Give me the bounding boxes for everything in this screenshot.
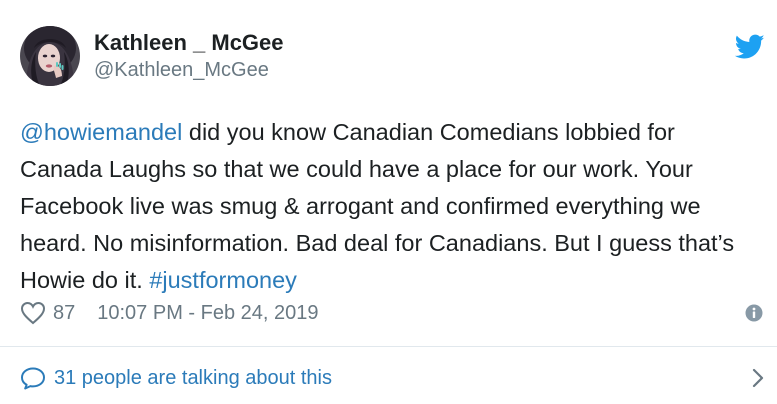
conversation-link[interactable]: 31 people are talking about this	[20, 364, 765, 392]
mention-link[interactable]: @howiemandel	[20, 119, 182, 145]
hashtag-link[interactable]: #justformoney	[149, 267, 297, 293]
info-icon[interactable]	[745, 304, 763, 322]
twitter-bird-icon[interactable]	[735, 34, 765, 60]
chevron-right-icon[interactable]	[751, 366, 765, 390]
talking-about-label[interactable]: 31 people are talking about this	[54, 367, 332, 390]
tweet-text: @howiemandel did you know Canadian Comed…	[20, 114, 740, 299]
like-count[interactable]: 87	[53, 302, 75, 325]
embedded-tweet: Kathleen _ McGee @Kathleen_McGee @howiem…	[0, 0, 777, 404]
avatar[interactable]	[20, 26, 80, 86]
avatar-image	[20, 26, 80, 86]
author-display-name[interactable]: Kathleen _ McGee	[94, 29, 284, 57]
tweet-meta: 87 10:07 PM - Feb 24, 2019	[20, 299, 319, 327]
divider	[0, 346, 777, 347]
tweet-header: Kathleen _ McGee @Kathleen_McGee	[20, 26, 284, 86]
author-handle[interactable]: @Kathleen_McGee	[94, 57, 284, 83]
tweet-body: did you know Canadian Comedians lobbied …	[20, 119, 735, 293]
speech-bubble-icon	[21, 367, 45, 390]
tweet-timestamp[interactable]: 10:07 PM - Feb 24, 2019	[97, 302, 318, 325]
heart-icon[interactable]	[20, 301, 46, 325]
author-names: Kathleen _ McGee @Kathleen_McGee	[94, 29, 284, 83]
